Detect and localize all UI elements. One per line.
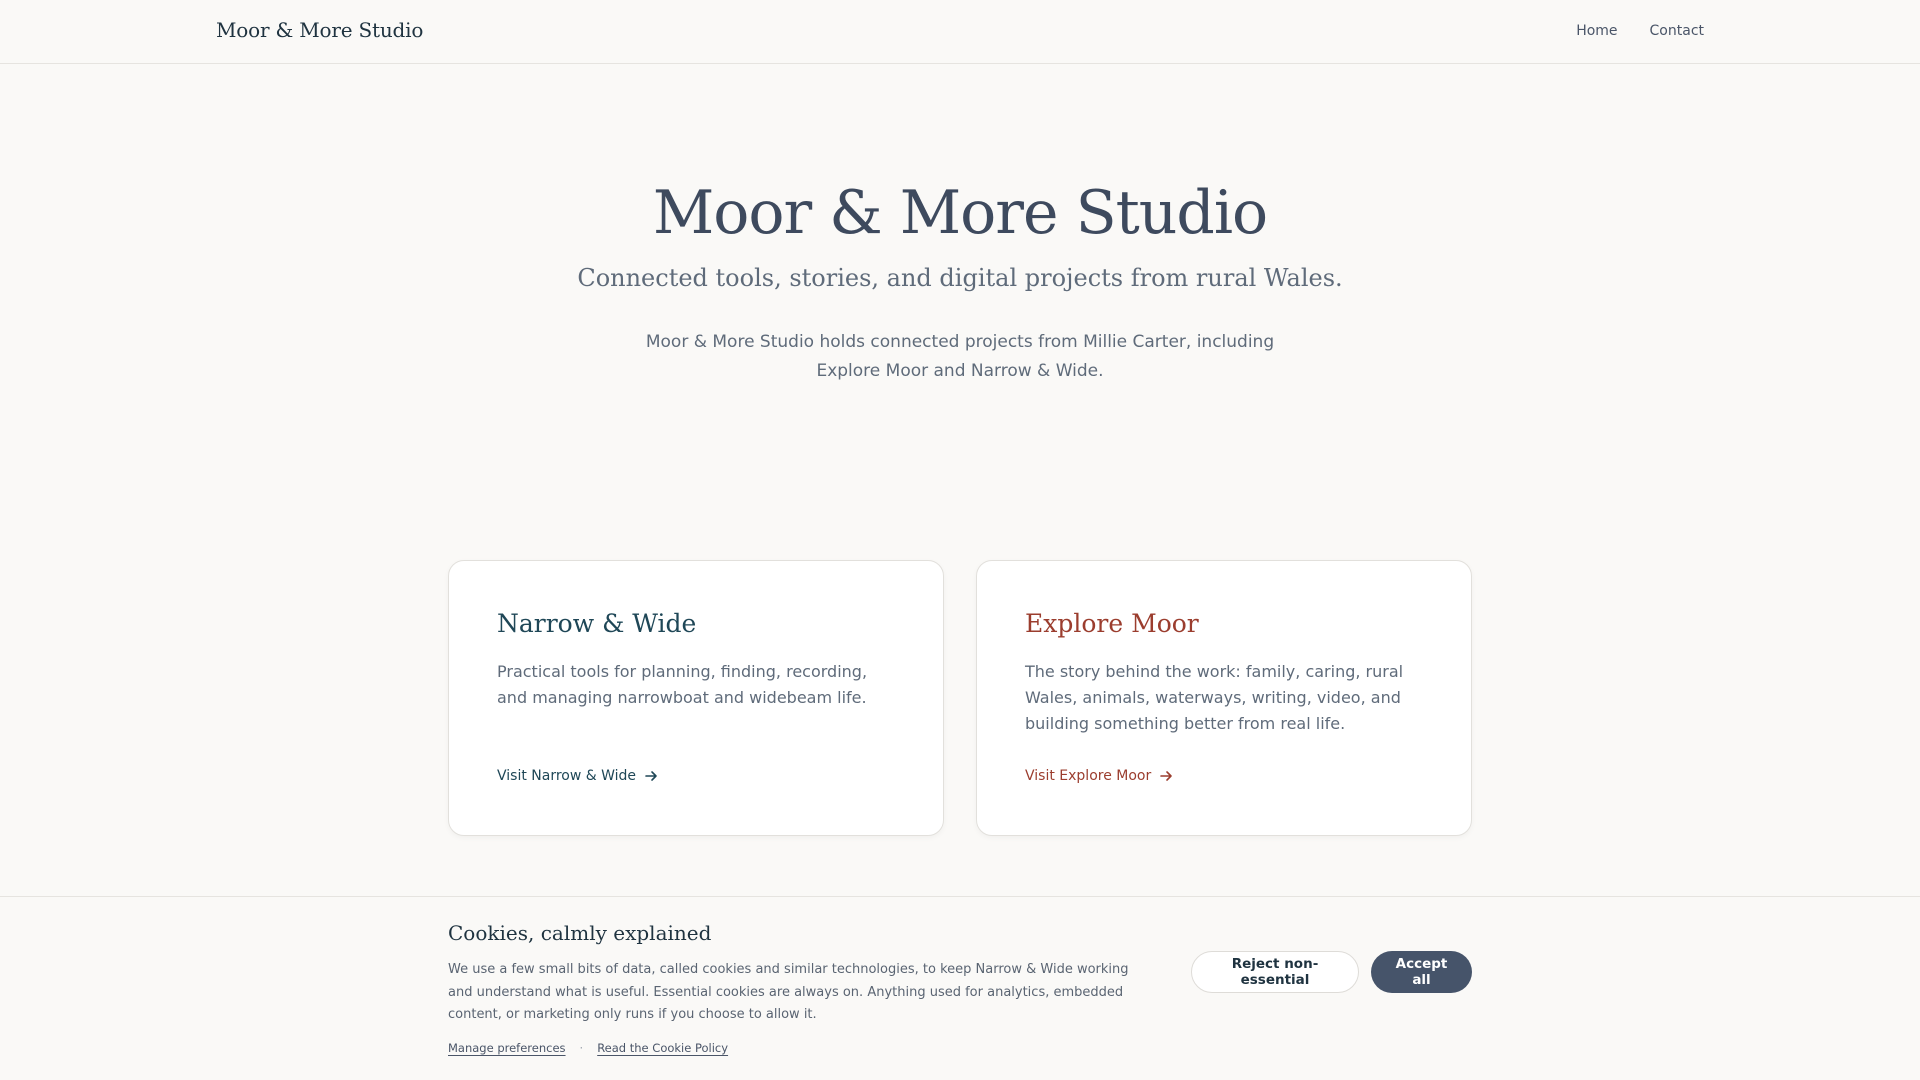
card-title: Explore Moor	[1025, 609, 1199, 638]
cookie-links: Manage preferences · Read the Cookie Pol…	[448, 1041, 728, 1055]
nav-home-link[interactable]: Home	[1576, 23, 1617, 39]
arrow-right-icon	[645, 771, 657, 781]
card-title: Narrow & Wide	[497, 609, 697, 638]
main-nav: Home Contact	[1576, 23, 1704, 39]
link-label: Visit Explore Moor	[1025, 768, 1152, 784]
hero-section: Moor & More Studio Connected tools, stor…	[0, 180, 1920, 386]
hero-intro: Moor & More Studio holds connected proje…	[645, 332, 1275, 381]
brand-logo-link[interactable]: Moor & More Studio	[216, 18, 423, 42]
cookie-policy-link[interactable]: Read the Cookie Policy	[597, 1041, 728, 1055]
card-description: Practical tools for planning, finding, r…	[497, 662, 868, 707]
separator-dot: ·	[579, 1041, 584, 1055]
cookie-description: We use a few small bits of data, called …	[448, 962, 1129, 1022]
project-card-narrow-wide: Narrow & Wide Practical tools for planni…	[448, 560, 944, 836]
manage-preferences-link[interactable]: Manage preferences	[448, 1041, 566, 1055]
visit-narrow-wide-link[interactable]: Visit Narrow & Wide	[497, 768, 658, 784]
reject-non-essential-button[interactable]: Reject non-essential	[1191, 951, 1359, 993]
accept-all-button[interactable]: Accept all	[1371, 951, 1472, 993]
card-description: The story behind the work: family, carin…	[1025, 662, 1404, 733]
nav-contact-link[interactable]: Contact	[1650, 23, 1704, 39]
site-header: Moor & More Studio Home Contact	[0, 0, 1920, 64]
cookie-title: Cookies, calmly explained	[448, 921, 712, 945]
hero-subtitle: Connected tools, stories, and digital pr…	[577, 264, 1343, 292]
link-label: Visit Narrow & Wide	[497, 768, 637, 784]
cookie-banner: Cookies, calmly explained We use a few s…	[0, 896, 1920, 1080]
visit-explore-moor-link[interactable]: Visit Explore Moor	[1025, 768, 1173, 784]
page-title: Moor & More Studio	[652, 178, 1268, 248]
project-card-explore-moor: Explore Moor The story behind the work: …	[976, 560, 1472, 836]
arrow-right-icon	[1160, 771, 1173, 781]
